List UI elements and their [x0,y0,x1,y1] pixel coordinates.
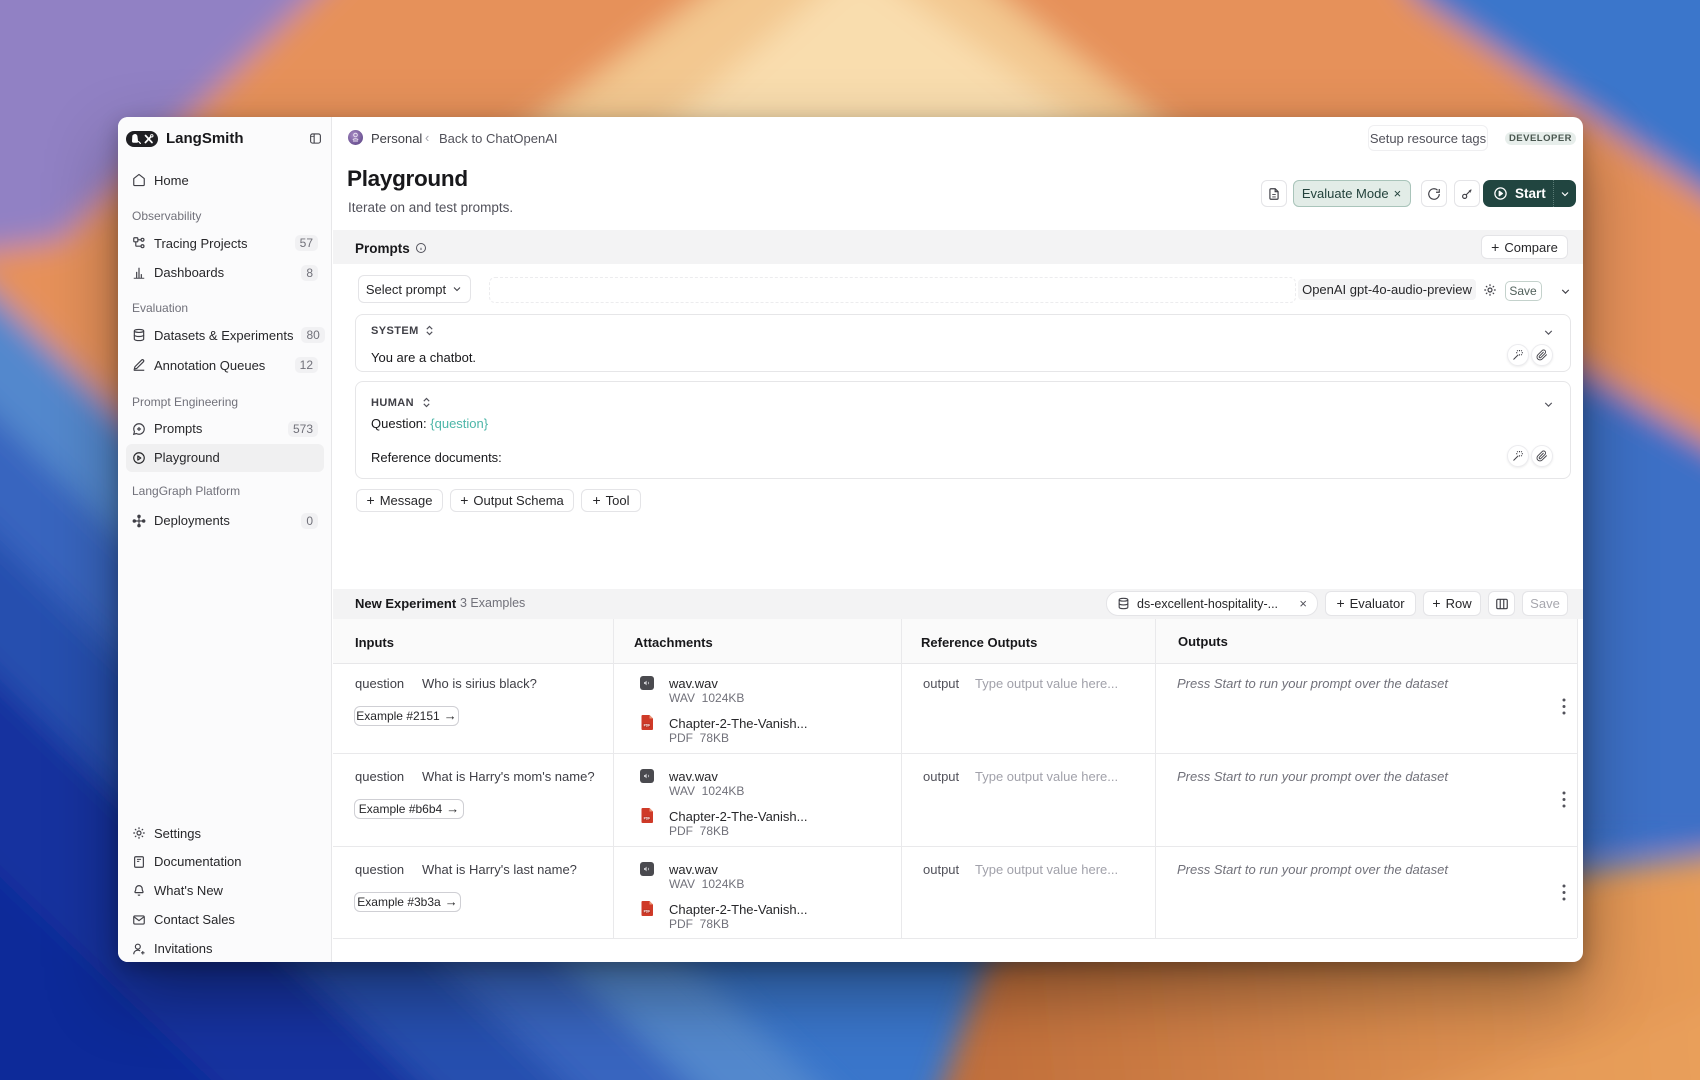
svg-text:PDF: PDF [644,816,651,820]
svg-text:PDF: PDF [644,723,651,727]
svg-text:PDF: PDF [644,909,651,913]
